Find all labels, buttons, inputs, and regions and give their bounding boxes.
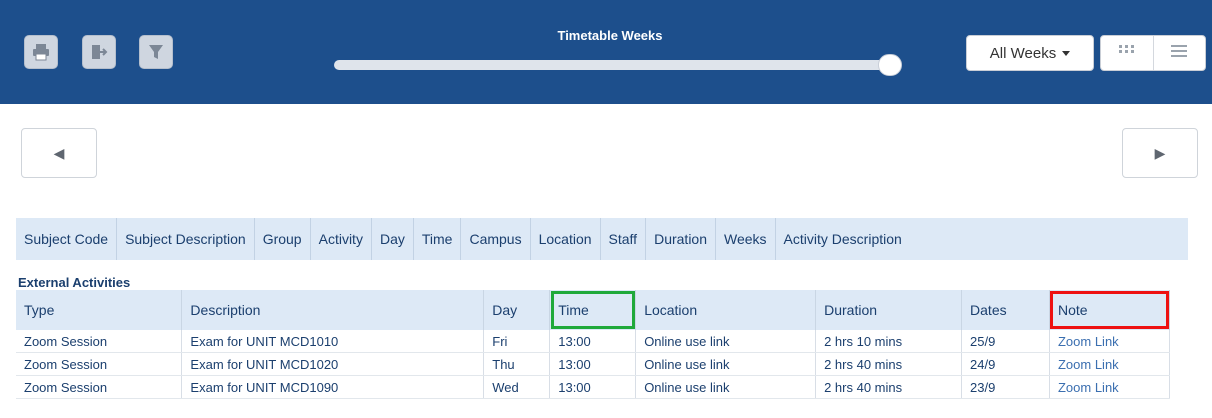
cell-location: Online use link (635, 352, 817, 376)
list-view-button[interactable] (1152, 36, 1206, 70)
previous-week-button[interactable]: ◀ (21, 128, 97, 178)
filter-icon (147, 43, 165, 61)
timeline-title: Timetable Weeks (557, 28, 663, 43)
cell-time: 13:00 (549, 330, 637, 353)
weeks-dropdown-value: All Weeks (989, 44, 1057, 62)
zoom-link[interactable]: Zoom Link (1049, 352, 1171, 376)
header-type: Type (16, 290, 183, 330)
arrow-left-icon: ◀ (53, 144, 65, 161)
arrow-right-icon: ▶ (1154, 144, 1166, 161)
column-activity[interactable]: Activity (309, 218, 371, 260)
cell-duration: 2 hrs 40 mins (815, 352, 963, 376)
print-button[interactable] (24, 35, 58, 69)
cell-dates: 23/9 (961, 375, 1050, 399)
week-slider-handle[interactable] (878, 54, 902, 76)
cell-description: Exam for UNIT MCD1090 (181, 375, 485, 399)
cell-day: Fri (483, 330, 551, 353)
week-slider-track[interactable] (334, 60, 896, 70)
column-staff[interactable]: Staff (599, 218, 646, 260)
cell-duration: 2 hrs 40 mins (815, 375, 963, 399)
column-subject-code[interactable]: Subject Code (16, 218, 116, 260)
cell-dates: 24/9 (961, 352, 1050, 376)
zoom-link[interactable]: Zoom Link (1049, 375, 1171, 399)
external-activities-table: Type Description Day Time Location Durat… (16, 290, 1171, 399)
table-header-row: Type Description Day Time Location Durat… (16, 290, 1171, 330)
column-activity-description[interactable]: Activity Description (774, 218, 910, 260)
cell-day: Wed (483, 375, 551, 399)
cell-location: Online use link (635, 330, 817, 353)
column-location[interactable]: Location (529, 218, 600, 260)
table-row: Zoom Session Exam for UNIT MCD1090 Wed 1… (16, 375, 1171, 399)
cell-duration: 2 hrs 10 mins (815, 330, 963, 353)
column-day[interactable]: Day (370, 218, 413, 260)
header-time: Time (549, 290, 637, 330)
column-campus[interactable]: Campus (460, 218, 529, 260)
cell-type: Zoom Session (16, 352, 183, 376)
table-row: Zoom Session Exam for UNIT MCD1010 Fri 1… (16, 330, 1171, 353)
column-time[interactable]: Time (412, 218, 461, 260)
cell-type: Zoom Session (16, 330, 183, 353)
header-note: Note (1049, 290, 1171, 330)
column-subject-description[interactable]: Subject Description (116, 218, 254, 260)
top-toolbar: Timetable Weeks All Weeks (0, 0, 1212, 104)
header-day: Day (483, 290, 551, 330)
chevron-down-icon (1062, 50, 1071, 56)
timetable-column-header: Subject Code Subject Description Group A… (16, 218, 1188, 260)
cell-time: 13:00 (549, 352, 637, 376)
view-toggle (1100, 35, 1206, 71)
column-duration[interactable]: Duration (645, 218, 715, 260)
cell-time: 13:00 (549, 375, 637, 399)
grid-view-button[interactable] (1101, 36, 1153, 70)
zoom-link[interactable]: Zoom Link (1049, 330, 1171, 353)
table-row: Zoom Session Exam for UNIT MCD1020 Thu 1… (16, 352, 1171, 376)
cell-dates: 25/9 (961, 330, 1050, 353)
external-activities-title: External Activities (18, 275, 131, 290)
header-dates: Dates (961, 290, 1050, 330)
export-icon (90, 43, 108, 61)
printer-icon (32, 43, 50, 61)
header-duration: Duration (815, 290, 963, 330)
grid-view-icon (1118, 44, 1135, 62)
cell-description: Exam for UNIT MCD1020 (181, 352, 485, 376)
header-description: Description (181, 290, 485, 330)
column-group[interactable]: Group (253, 218, 310, 260)
cell-location: Online use link (635, 375, 817, 399)
weeks-dropdown[interactable]: All Weeks (966, 35, 1094, 71)
list-view-icon (1171, 44, 1188, 62)
cell-day: Thu (483, 352, 551, 376)
cell-type: Zoom Session (16, 375, 183, 399)
column-weeks[interactable]: Weeks (715, 218, 775, 260)
next-week-button[interactable]: ▶ (1122, 128, 1198, 178)
cell-description: Exam for UNIT MCD1010 (181, 330, 485, 353)
filter-button[interactable] (139, 35, 173, 69)
export-button[interactable] (82, 35, 116, 69)
header-location: Location (635, 290, 817, 330)
